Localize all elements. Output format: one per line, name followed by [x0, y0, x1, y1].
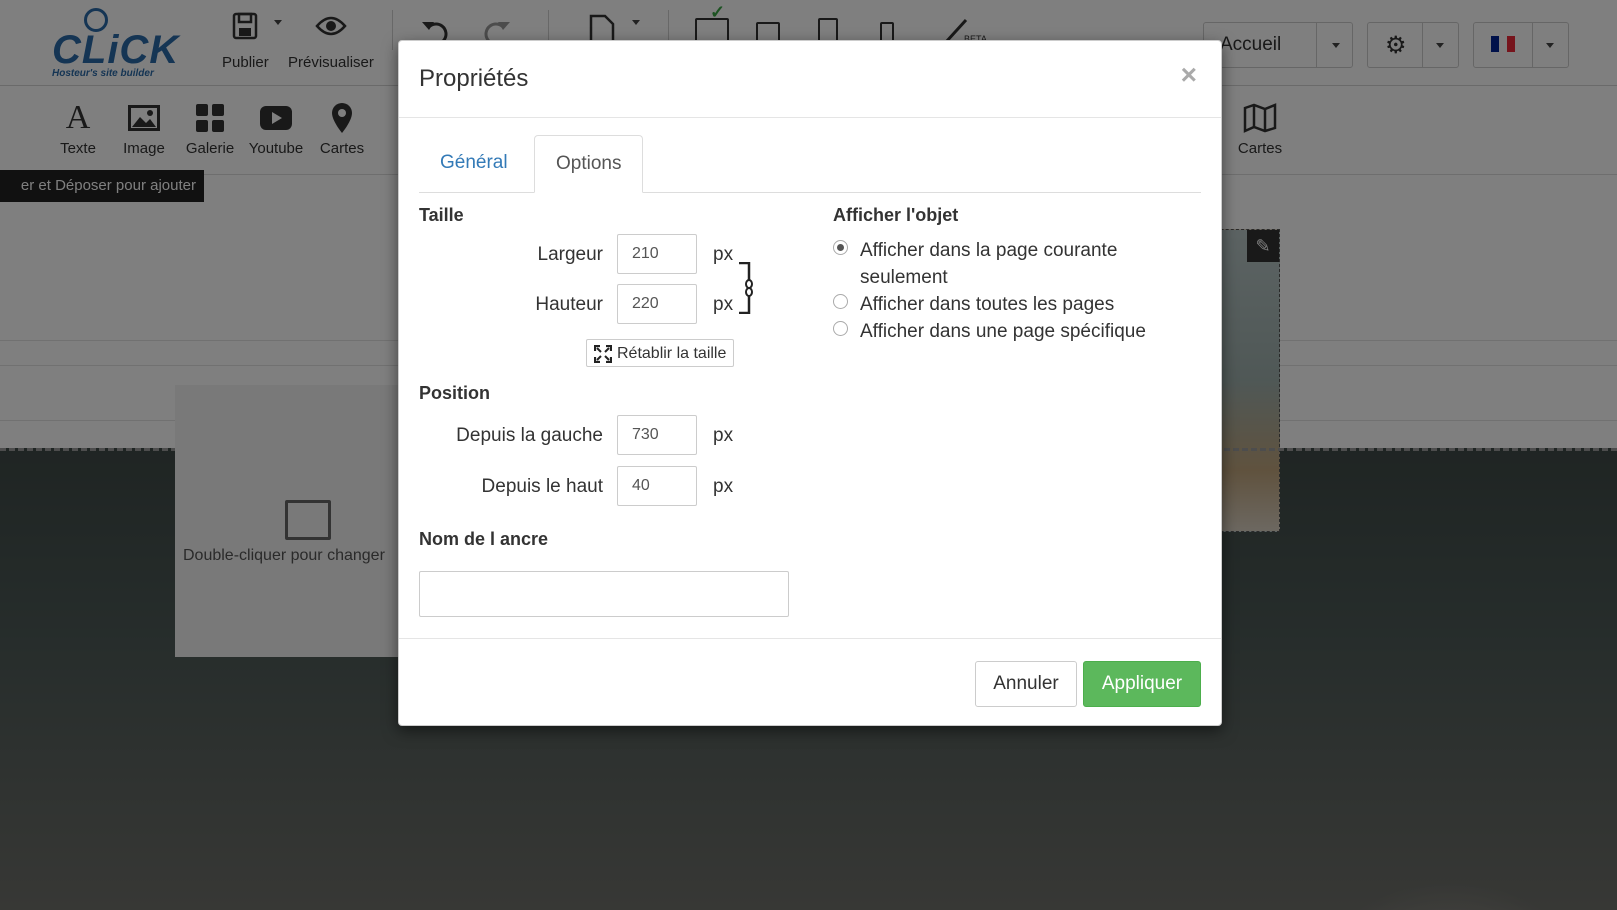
reset-size-button[interactable]: Rétablir la taille — [586, 339, 734, 367]
display-section-title: Afficher l'objet — [833, 205, 959, 225]
radio-button[interactable] — [833, 321, 848, 336]
from-left-unit: px — [713, 425, 734, 446]
properties-dialog: Propriétés × Général Options Taille Larg… — [398, 40, 1222, 726]
radio-label-line1: Afficher dans la page courante — [860, 240, 1118, 261]
radio-button[interactable] — [833, 294, 848, 309]
from-top-label: Depuis le haut — [481, 476, 603, 497]
radio-label: Afficher dans la page courante seulement — [860, 237, 1117, 291]
aspect-lock-chain-icon[interactable] — [739, 261, 753, 315]
close-icon[interactable]: × — [1181, 59, 1197, 91]
radio-label: Afficher dans une page spécifique — [860, 321, 1146, 342]
from-left-input[interactable] — [617, 415, 697, 455]
anchor-name-input[interactable] — [419, 571, 789, 617]
cancel-button[interactable]: Annuler — [975, 661, 1077, 707]
apply-button[interactable]: Appliquer — [1083, 661, 1201, 707]
width-unit: px — [713, 244, 734, 265]
dialog-title: Propriétés — [419, 65, 529, 92]
from-left-label: Depuis la gauche — [456, 425, 603, 446]
tab-bar: Général Options — [419, 135, 1201, 193]
dialog-header: Propriétés × — [399, 41, 1221, 118]
height-unit: px — [713, 294, 734, 315]
size-section-title: Taille — [419, 205, 464, 225]
reset-size-label: Rétablir la taille — [617, 345, 727, 362]
position-section-title: Position — [419, 383, 490, 403]
width-label: Largeur — [537, 244, 604, 265]
width-input[interactable] — [617, 234, 697, 274]
radio-button[interactable] — [833, 240, 848, 255]
radio-label-line2: seulement — [860, 267, 948, 288]
from-top-unit: px — [713, 476, 734, 497]
height-label: Hauteur — [535, 294, 603, 315]
tab-general[interactable]: Général — [419, 135, 529, 191]
tab-options[interactable]: Options — [534, 135, 644, 193]
anchor-section-title: Nom de l ancre — [419, 529, 549, 549]
from-top-input[interactable] — [617, 466, 697, 506]
expand-icon — [593, 344, 613, 364]
radio-label: Afficher dans toutes les pages — [860, 294, 1115, 315]
height-input[interactable] — [617, 284, 697, 324]
dialog-footer: Annuler Appliquer — [399, 638, 1221, 726]
